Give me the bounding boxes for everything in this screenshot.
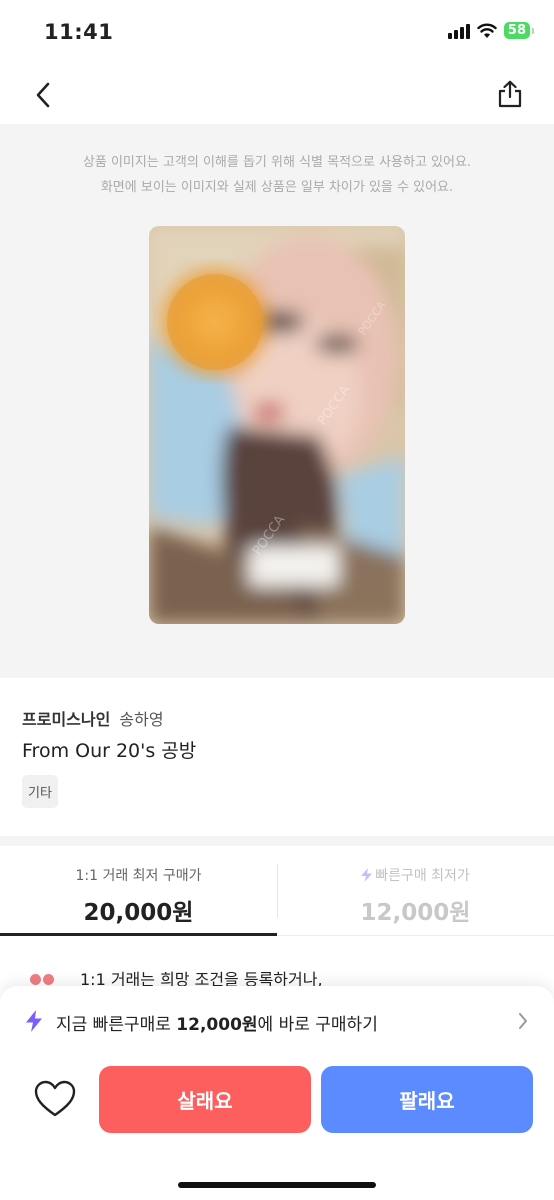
product-photo[interactable]: POCCA POCCA POCCA (149, 226, 405, 624)
image-notice-line-2: 화면에 보이는 이미지와 실제 상품은 일부 차이가 있을 수 있어요. (100, 180, 454, 195)
category-tag: 기타 (22, 775, 58, 808)
image-notice-line-1: 상품 이미지는 고객의 이해를 돕기 위해 식별 목적으로 사용하고 있어요. (82, 155, 472, 170)
brand-line: 프로미스나인 송하영 (22, 706, 164, 730)
product-image-area: 상품 이미지는 고객의 이해를 돕기 위해 식별 목적으로 사용하고 있어요. … (0, 124, 554, 678)
lightning-icon (361, 868, 373, 882)
sell-button[interactable]: 팔래요 (321, 1066, 533, 1133)
share-icon (498, 80, 522, 108)
section-divider (0, 836, 554, 846)
info-dots-icon (30, 974, 54, 985)
product-title: From Our 20's 공방 (22, 740, 197, 762)
quick-buy-suffix: 에 바로 구매하기 (257, 1015, 378, 1035)
brand-name[interactable]: 프로미스나인 (22, 710, 110, 729)
price-tabs: 1:1 거래 최저 구매가 20,000원 빠른구매 최저가 12,000원 (0, 846, 554, 936)
quick-buy-prefix: 지금 빠른구매로 (56, 1015, 177, 1035)
status-icons: 58 (447, 22, 535, 39)
tab-price: 20,000원 (83, 900, 194, 926)
cellular-signal-icon (447, 23, 470, 39)
chevron-right-icon (519, 1013, 527, 1029)
lightning-icon (26, 1010, 42, 1032)
bottom-action-sheet: 지금 빠른구매로 12,000원에 바로 구매하기 살래요 팔래요 (0, 986, 554, 1200)
tab-price: 12,000원 (360, 900, 471, 926)
heart-icon (34, 1080, 76, 1117)
image-notice: 상품 이미지는 고객의 이해를 돕기 위해 식별 목적으로 사용하고 있어요. … (0, 150, 554, 200)
status-bar: 11:41 58 (0, 0, 554, 66)
tab-label: 빠른구매 최저가 (277, 865, 554, 885)
photocard-image: POCCA POCCA POCCA (149, 226, 405, 624)
artist-name[interactable]: 송하영 (119, 710, 163, 729)
tab-lowest-p2p-price[interactable]: 1:1 거래 최저 구매가 20,000원 (0, 846, 277, 936)
nav-bar (0, 66, 554, 124)
battery-indicator: 58 (503, 22, 535, 39)
status-time: 11:41 (44, 20, 114, 44)
tab-label-text: 1:1 거래 최저 구매가 (75, 868, 202, 884)
quick-buy-row[interactable]: 지금 빠른구매로 12,000원에 바로 구매하기 (0, 986, 554, 1056)
product-info: 프로미스나인 송하영 From Our 20's 공방 기타 (0, 678, 554, 836)
buy-button[interactable]: 살래요 (99, 1066, 311, 1133)
tab-label-text: 빠른구매 최저가 (375, 868, 470, 884)
chevron-left-icon (36, 82, 50, 108)
tab-quick-buy-price[interactable]: 빠른구매 최저가 12,000원 (277, 846, 554, 936)
share-button[interactable] (492, 76, 528, 112)
back-button[interactable] (26, 78, 60, 112)
wishlist-button[interactable] (34, 1080, 76, 1120)
quick-buy-amount: 12,000원 (176, 1015, 258, 1035)
wifi-icon (477, 23, 497, 38)
home-indicator (178, 1182, 376, 1188)
quick-buy-text: 지금 빠른구매로 12,000원에 바로 구매하기 (56, 1010, 378, 1035)
tab-label: 1:1 거래 최저 구매가 (0, 865, 277, 885)
